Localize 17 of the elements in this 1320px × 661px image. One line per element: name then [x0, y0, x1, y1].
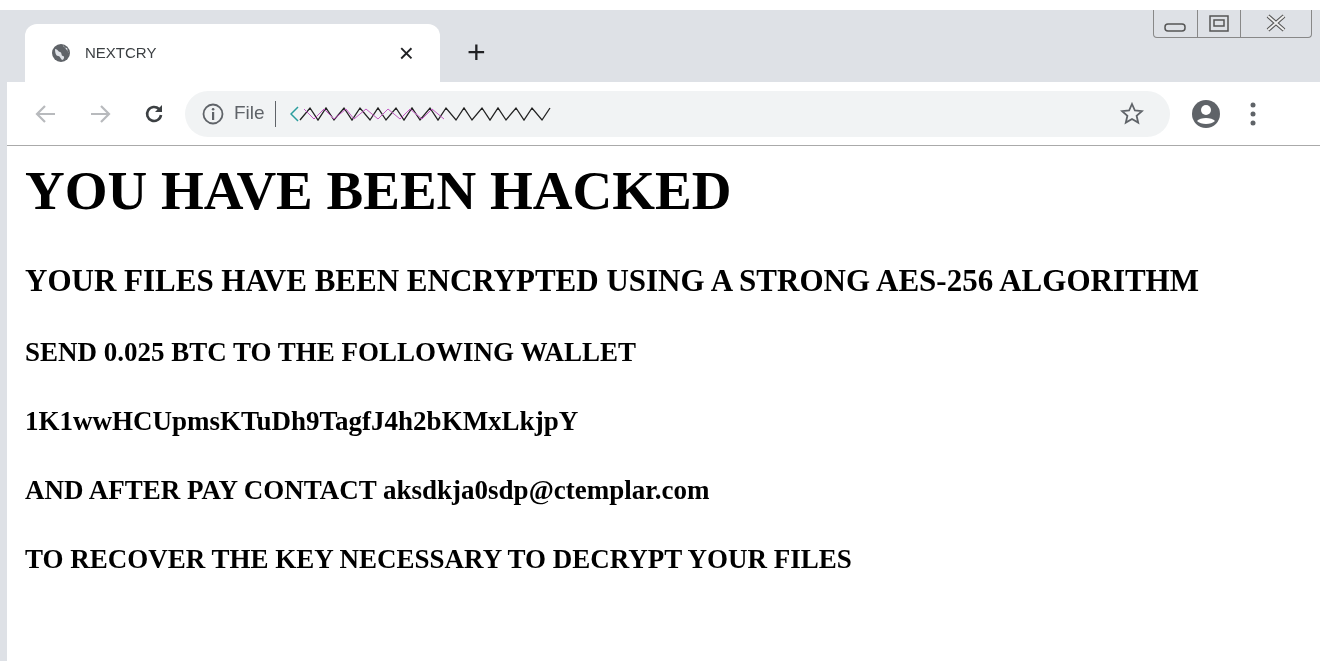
new-tab-button[interactable]: + — [467, 36, 486, 68]
message-line: AND AFTER PAY CONTACT aksdkja0sdp@ctemplar.com — [25, 475, 710, 505]
page-heading: YOU HAVE BEEN HACKED — [25, 161, 732, 221]
browser-tab[interactable]: NEXTCRY × — [25, 24, 440, 82]
menu-icon[interactable] — [1250, 101, 1256, 126]
info-icon[interactable] — [202, 102, 224, 125]
address-bar[interactable]: File — [185, 90, 1170, 137]
account-icon[interactable] — [1191, 98, 1221, 129]
close-tab-button[interactable]: × — [398, 40, 414, 66]
star-icon[interactable] — [1120, 101, 1144, 126]
message-line: 1K1wwHCUpmsKTuDh9TagfJ4h2bKMxLkjpY — [25, 406, 579, 436]
message-line: TO RECOVER THE KEY NECESSARY TO DECRYPT YOUR FILES — [25, 544, 852, 574]
subheading: YOUR FILES HAVE BEEN ENCRYPTED USING A STRONG AES-256 ALGORITHM — [25, 264, 1199, 298]
tab-title: NEXTCRY — [85, 42, 157, 63]
globe-icon — [51, 43, 71, 63]
url-scheme: File — [234, 101, 265, 126]
message-line: SEND 0.025 BTC TO THE FOLLOWING WALLET — [25, 337, 636, 367]
